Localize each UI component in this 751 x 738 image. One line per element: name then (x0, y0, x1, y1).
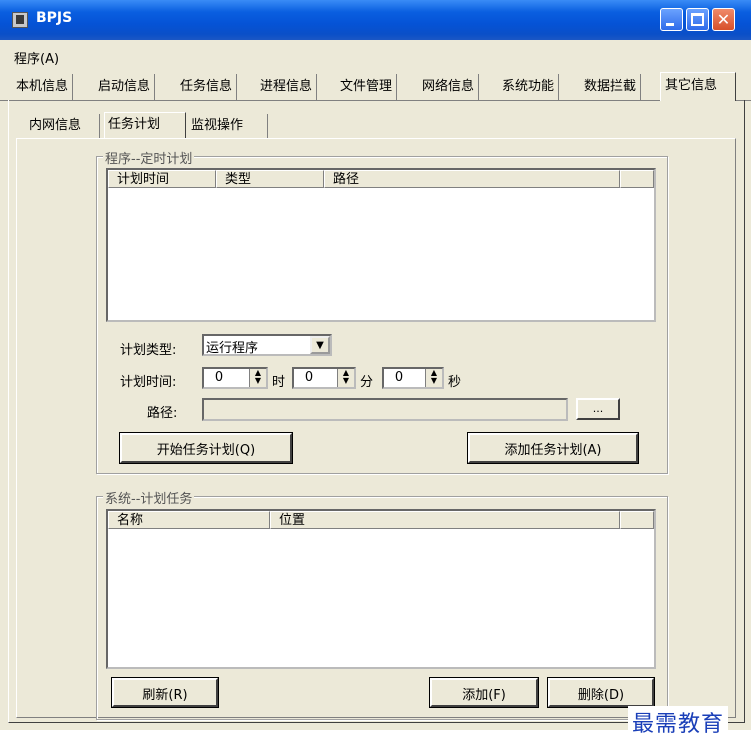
dropdown-arrow-icon[interactable]: ▼ (310, 336, 330, 354)
tab-network-info[interactable]: 网络信息 (418, 74, 480, 100)
col-location[interactable]: 位置 (270, 511, 620, 529)
plan-time-label: 计划时间: (120, 375, 177, 390)
title-bar[interactable]: BPJS ✕ (0, 0, 751, 40)
hour-value: 0 (214, 370, 224, 385)
delete-button[interactable]: 删除(D) (547, 677, 655, 708)
app-window: BPJS ✕ 程序(A) 本机信息 启动信息 任务信息 进程信息 文件管理 网络… (0, 0, 751, 738)
close-icon: ✕ (716, 10, 731, 29)
col-plan-time[interactable]: 计划时间 (108, 170, 216, 188)
add-task-plan-label: 添加任务计划(A) (504, 443, 602, 458)
menu-program[interactable]: 程序(A) (14, 48, 59, 67)
col-name[interactable]: 名称 (108, 511, 270, 529)
menu-bar: 程序(A) (0, 44, 751, 67)
minute-unit: 分 (360, 375, 374, 390)
tab-local-info[interactable]: 本机信息 (12, 74, 74, 100)
tab-task-info[interactable]: 任务信息 (176, 74, 238, 100)
minute-value: 0 (304, 370, 314, 385)
minimize-icon (666, 23, 674, 26)
delete-label: 删除(D) (577, 688, 625, 703)
tab-other-info[interactable]: 其它信息 (660, 72, 736, 101)
maximize-button[interactable] (686, 8, 709, 31)
tab-intranet-info[interactable]: 内网信息 (26, 114, 100, 138)
path-label: 路径: (147, 406, 178, 421)
scheduled-program-list[interactable]: 计划时间 类型 路径 (106, 168, 656, 322)
hour-stepper[interactable]: 0 ▲ ▼ (202, 367, 268, 389)
add-task-plan-button[interactable]: 添加任务计划(A) (467, 432, 639, 464)
minute-spin-icon[interactable]: ▲ ▼ (337, 369, 354, 387)
tab-process-info[interactable]: 进程信息 (256, 74, 318, 100)
app-icon (12, 12, 28, 28)
window-title: BPJS (36, 10, 73, 26)
tab-startup-info[interactable]: 启动信息 (94, 74, 156, 100)
system-tasks-legend: 系统--计划任务 (103, 488, 195, 507)
second-spin-icon[interactable]: ▲ ▼ (425, 369, 442, 387)
col-empty (620, 511, 654, 529)
minute-stepper[interactable]: 0 ▲ ▼ (292, 367, 356, 389)
tab-system-functions[interactable]: 系统功能 (498, 74, 560, 100)
plan-type-label: 计划类型: (120, 343, 177, 358)
hour-spin-icon[interactable]: ▲ ▼ (249, 369, 266, 387)
list-header: 计划时间 类型 路径 (108, 170, 654, 188)
scheduled-program-legend: 程序--定时计划 (103, 148, 195, 167)
tab-monitor-ops[interactable]: 监视操作 (188, 114, 268, 138)
col-empty (620, 170, 654, 188)
main-tab-strip: 本机信息 启动信息 任务信息 进程信息 文件管理 网络信息 系统功能 数据拦截 … (0, 72, 751, 101)
tab-task-schedule[interactable]: 任务计划 (104, 112, 186, 139)
add-button[interactable]: 添加(F) (429, 677, 539, 708)
close-button[interactable]: ✕ (712, 8, 735, 31)
second-value: 0 (394, 370, 404, 385)
browse-label: ... (592, 402, 604, 415)
tab-file-manager[interactable]: 文件管理 (336, 74, 398, 100)
list-header: 名称 位置 (108, 511, 654, 529)
maximize-icon (691, 13, 704, 26)
refresh-button[interactable]: 刷新(R) (111, 677, 219, 708)
start-task-plan-button[interactable]: 开始任务计划(Q) (119, 432, 293, 464)
plan-type-value: 运行程序 (206, 341, 259, 356)
system-tasks-list[interactable]: 名称 位置 (106, 509, 656, 669)
minimize-button[interactable] (660, 8, 683, 31)
second-stepper[interactable]: 0 ▲ ▼ (382, 367, 444, 389)
tab-data-intercept[interactable]: 数据拦截 (580, 74, 642, 100)
refresh-label: 刷新(R) (142, 688, 188, 703)
col-path[interactable]: 路径 (324, 170, 620, 188)
path-input[interactable] (202, 398, 568, 421)
watermark-logo: 最需教育 (628, 706, 729, 738)
browse-button[interactable]: ... (576, 398, 620, 420)
second-unit: 秒 (448, 375, 462, 390)
add-label: 添加(F) (462, 688, 506, 703)
plan-type-select[interactable]: 运行程序 ▼ (202, 334, 332, 356)
start-task-plan-label: 开始任务计划(Q) (156, 443, 256, 458)
hour-unit: 时 (272, 375, 286, 390)
col-type[interactable]: 类型 (216, 170, 324, 188)
